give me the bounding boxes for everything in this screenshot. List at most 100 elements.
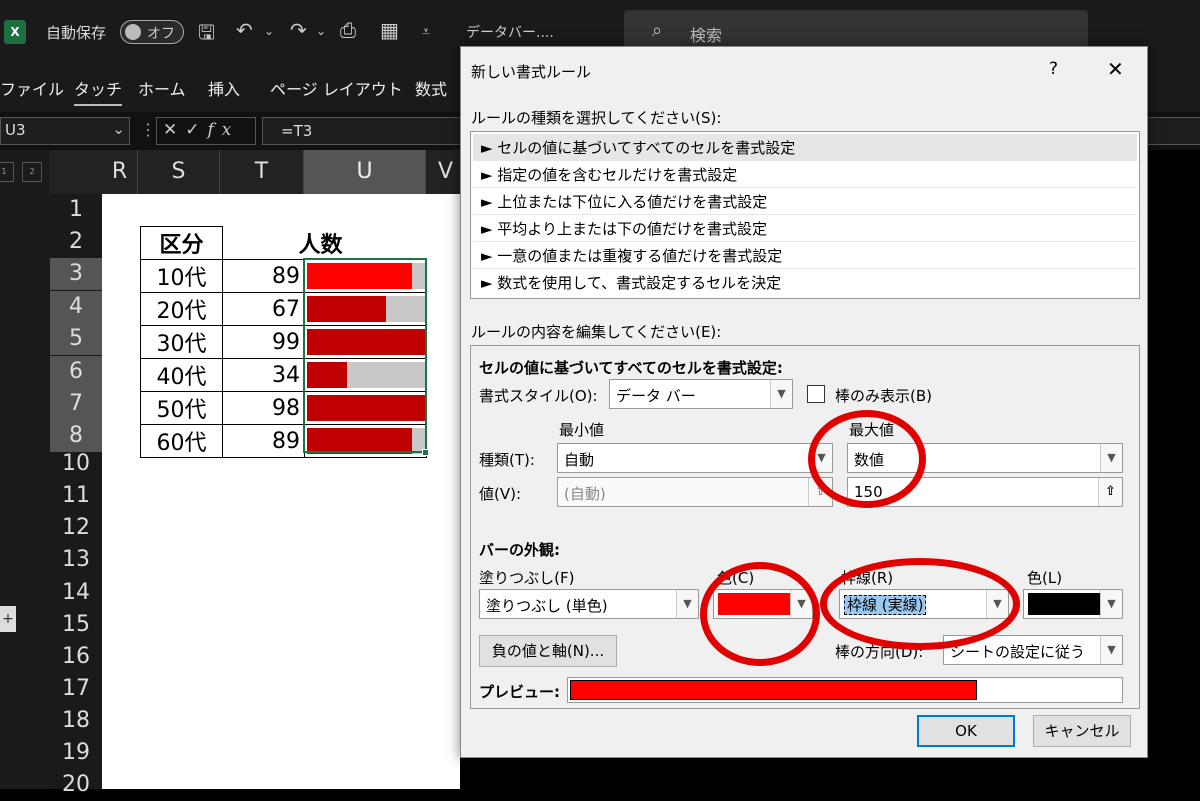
close-icon[interactable]: ✕: [1107, 57, 1124, 81]
table-header-row: 区分 人数: [140, 226, 427, 260]
value-cell[interactable]: 89: [222, 259, 305, 293]
rule-type-list: ► セルの値に基づいてすべてのセルを書式設定 ► 指定の値を含むセルだけを書式設…: [470, 131, 1140, 299]
tab-file[interactable]: ファイル: [0, 76, 64, 100]
undo-dropdown-icon[interactable]: ⌄: [264, 24, 274, 38]
tab-formulas[interactable]: 数式: [415, 76, 447, 100]
annotation-ring-max: [808, 410, 926, 508]
value-cell[interactable]: 98: [222, 391, 305, 425]
border-color-swatch: [1028, 593, 1100, 615]
rule-type-item[interactable]: ► 数式を使用して、書式設定するセルを決定: [473, 269, 1137, 295]
appearance-label: バーの外観:: [479, 541, 560, 559]
rule-type-item[interactable]: ► セルの値に基づいてすべてのセルを書式設定: [473, 134, 1137, 160]
row-header[interactable]: 2: [50, 226, 102, 258]
value-cell[interactable]: 89: [222, 424, 305, 458]
category-cell[interactable]: 60代: [140, 424, 223, 458]
row-header[interactable]: 15: [50, 609, 102, 641]
outline-level-2-button[interactable]: 2: [22, 162, 42, 182]
document-title: データバー....: [466, 25, 554, 41]
fill-handle[interactable]: [422, 449, 429, 456]
negative-value-axis-button[interactable]: 負の値と軸(N)...: [479, 635, 617, 667]
clear-format-icon[interactable]: ▦: [380, 18, 399, 42]
fill-label: 塗りつぶし(F): [479, 569, 575, 587]
ok-button[interactable]: OK: [917, 715, 1015, 747]
tab-home[interactable]: ホーム: [138, 76, 186, 100]
category-cell[interactable]: 20代: [140, 292, 223, 326]
value-cell[interactable]: 34: [222, 358, 305, 392]
chevron-down-icon: ▼: [676, 590, 698, 618]
row-header[interactable]: 3: [50, 258, 102, 290]
bar-only-checkbox[interactable]: [807, 385, 825, 403]
row-header[interactable]: 17: [50, 673, 102, 705]
search-placeholder: 検索: [690, 26, 723, 45]
header-empty[interactable]: [222, 226, 305, 260]
format-style-label: 書式スタイル(O):: [479, 387, 598, 405]
value-cell[interactable]: 67: [222, 292, 305, 326]
row-header[interactable]: 20: [50, 769, 102, 801]
rule-type-item[interactable]: ► 平均より上または下の値だけを書式設定: [473, 215, 1137, 241]
rule-type-item[interactable]: ► 上位または下位に入る値だけを書式設定: [473, 188, 1137, 214]
redo-icon[interactable]: ↷: [290, 18, 307, 42]
row-header[interactable]: 6: [50, 356, 102, 388]
insert-function-icon[interactable]: fx: [208, 120, 240, 140]
toggle-knob: [125, 24, 141, 40]
row-header[interactable]: 1: [50, 194, 102, 226]
row-header[interactable]: 16: [50, 641, 102, 673]
category-cell[interactable]: 40代: [140, 358, 223, 392]
category-cell[interactable]: 10代: [140, 259, 223, 293]
tab-touch[interactable]: タッチ: [74, 76, 123, 106]
search-icon: ⌕: [652, 20, 663, 41]
redo-dropdown-icon[interactable]: ⌄: [316, 24, 326, 38]
selection-outline: [303, 258, 427, 453]
cancel-entry-icon[interactable]: ✕: [163, 120, 185, 140]
cancel-button[interactable]: キャンセル: [1033, 715, 1131, 747]
formula-buttons: ✕✓fx: [156, 117, 256, 145]
rule-type-item[interactable]: ► 指定の値を含むセルだけを書式設定: [473, 161, 1137, 187]
chevron-down-icon[interactable]: ⌄: [112, 120, 125, 138]
row-header[interactable]: 4: [50, 291, 102, 323]
column-header-r[interactable]: R: [102, 150, 138, 194]
column-headers: R S T U V: [50, 150, 466, 194]
undo-icon[interactable]: ↶: [236, 18, 253, 42]
value-cell[interactable]: 99: [222, 325, 305, 359]
row-header[interactable]: 10: [50, 448, 102, 480]
name-box[interactable]: U3 ⌄: [0, 117, 130, 145]
tab-insert[interactable]: 挿入: [208, 76, 240, 100]
outline-bar: 1 2 +: [0, 150, 50, 789]
row-header[interactable]: 19: [50, 737, 102, 769]
header-count[interactable]: 人数: [299, 227, 427, 260]
range-picker-icon[interactable]: ⇧: [1098, 478, 1122, 506]
save-icon[interactable]: 🖫: [198, 18, 215, 52]
header-category[interactable]: 区分: [140, 226, 223, 260]
camera-icon[interactable]: ⎙: [340, 18, 356, 42]
expand-group-icon[interactable]: +: [0, 606, 16, 632]
help-icon[interactable]: ?: [1049, 59, 1058, 79]
category-cell[interactable]: 50代: [140, 391, 223, 425]
row-header[interactable]: 14: [50, 577, 102, 609]
category-cell[interactable]: 30代: [140, 325, 223, 359]
format-style-select[interactable]: データ バー ▼: [609, 379, 793, 409]
fill-type-select[interactable]: 塗りつぶし (単色) ▼: [479, 589, 699, 619]
row-headers: 1 2 3 4 5 6 7 8 10 11 12 13 14 15 16 17 …: [50, 194, 102, 797]
customize-toolbar-icon[interactable]: ⩡: [422, 24, 430, 40]
column-header-t[interactable]: T: [220, 150, 304, 194]
chevron-down-icon: ▼: [1100, 636, 1122, 664]
border-color-picker[interactable]: ▼: [1023, 589, 1123, 619]
tab-page-layout[interactable]: ページ レイアウト: [270, 76, 403, 100]
row-header[interactable]: 7: [50, 388, 102, 420]
row-header[interactable]: 18: [50, 705, 102, 737]
column-header-u[interactable]: U: [304, 150, 426, 194]
rule-type-item[interactable]: ► 一意の値または重複する値だけを書式設定: [473, 242, 1137, 268]
row-header[interactable]: 13: [50, 544, 102, 576]
column-header-s[interactable]: S: [138, 150, 220, 194]
min-type-select[interactable]: 自動 ▼: [557, 443, 833, 473]
confirm-entry-icon[interactable]: ✓: [185, 120, 207, 140]
autosave-toggle[interactable]: オフ: [120, 20, 184, 44]
row-header[interactable]: 5: [50, 323, 102, 355]
new-formatting-rule-dialog: 新しい書式ルール ? ✕ ルールの種類を選択してください(S): ► セルの値に…: [460, 46, 1148, 758]
row-header[interactable]: 12: [50, 512, 102, 544]
min-value-input[interactable]: (自動) ⇧: [557, 477, 833, 507]
row-header[interactable]: 11: [50, 480, 102, 512]
outline-level-1-button[interactable]: 1: [0, 162, 14, 182]
header-count-label: 人数: [298, 232, 343, 258]
chevron-down-icon: ▼: [770, 380, 792, 408]
